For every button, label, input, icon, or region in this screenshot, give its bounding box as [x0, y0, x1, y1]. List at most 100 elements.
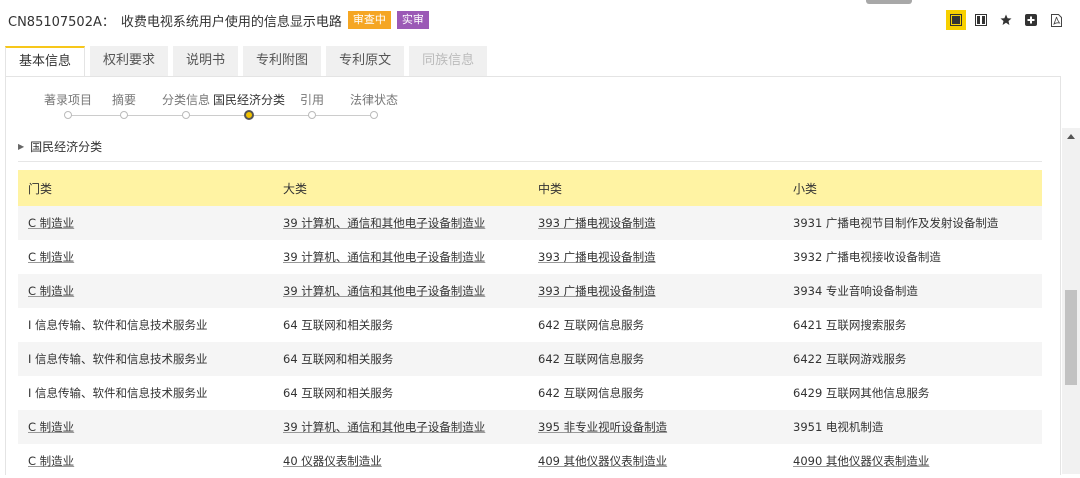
table-cell[interactable]: 39 计算机、通信和其他电子设备制造业 [273, 215, 528, 231]
table-cell[interactable]: 40 仪器仪表制造业 [273, 453, 528, 469]
table-cell[interactable]: 4090 其他仪器仪表制造业 [783, 453, 1042, 469]
category-link[interactable]: C 制造业 [28, 250, 74, 264]
tab-family-info: 同族信息 [409, 46, 488, 76]
tab-claims[interactable]: 权利要求 [90, 46, 169, 76]
major-link[interactable]: 39 计算机、通信和其他电子设备制造业 [283, 216, 485, 230]
section-title: 国民经济分类 [30, 139, 103, 154]
section-stepper: 著录项目 摘要 分类信息 国民经济分类 引用 法律状态 [6, 77, 426, 129]
table-cell[interactable]: C 制造业 [18, 453, 273, 469]
table-cell[interactable]: C 制造业 [18, 419, 273, 435]
status-badge-exam: 实审 [396, 11, 429, 29]
table-cell: 64 互联网和相关服务 [283, 386, 394, 400]
tab-description[interactable]: 说明书 [173, 46, 239, 76]
table-cell: 64 互联网和相关服务 [283, 318, 394, 332]
scroll-up-icon[interactable] [1067, 134, 1075, 139]
step-dot[interactable] [308, 111, 316, 119]
table-cell[interactable]: 409 其他仪器仪表制造业 [528, 453, 783, 469]
table-row: C 制造业 39 计算机、通信和其他电子设备制造业 395 非专业视听设备制造 … [18, 410, 1042, 444]
table-cell[interactable]: 393 广播电视设备制造 [528, 215, 783, 231]
status-badge-review: 审查中 [347, 11, 391, 29]
category-link[interactable]: C 制造业 [28, 454, 74, 468]
vertical-scrollbar[interactable] [1062, 128, 1080, 474]
table-cell: 3951 电视机制造 [793, 420, 884, 434]
table-row: I 信息传输、软件和信息技术服务业 64 互联网和相关服务 642 互联网信息服… [18, 308, 1042, 342]
split-view-icon[interactable] [971, 10, 991, 30]
table-cell[interactable]: 395 非专业视听设备制造 [528, 419, 783, 435]
star-icon[interactable] [996, 10, 1016, 30]
medium-link[interactable]: 393 广播电视设备制造 [538, 250, 656, 264]
table-row: I 信息传输、软件和信息技术服务业 64 互联网和相关服务 642 互联网信息服… [18, 376, 1042, 410]
table-row: C 制造业 39 计算机、通信和其他电子设备制造业 393 广播电视设备制造 3… [18, 274, 1042, 308]
step-classification[interactable]: 分类信息 [162, 91, 210, 108]
medium-link[interactable]: 393 广播电视设备制造 [538, 216, 656, 230]
category-link[interactable]: C 制造业 [28, 420, 74, 434]
step-dot[interactable] [182, 111, 190, 119]
table-cell[interactable]: C 制造业 [18, 215, 273, 231]
content-panel: 著录项目 摘要 分类信息 国民经济分类 引用 法律状态 ▶ 国民经济分类 门类 … [5, 76, 1061, 475]
minor-link[interactable]: 4090 其他仪器仪表制造业 [793, 454, 929, 468]
step-dot[interactable] [120, 111, 128, 119]
table-cell: 6422 互联网游戏服务 [793, 352, 907, 366]
step-dot[interactable] [370, 111, 378, 119]
table-cell[interactable]: 39 计算机、通信和其他电子设备制造业 [273, 283, 528, 299]
single-view-icon[interactable] [946, 10, 966, 30]
category-link[interactable]: C 制造业 [28, 216, 74, 230]
table-cell: 3934 专业音响设备制造 [793, 284, 918, 298]
step-legal-status[interactable]: 法律状态 [350, 91, 398, 108]
step-bibliographic[interactable]: 著录项目 [44, 91, 92, 108]
table-cell: 6429 互联网其他信息服务 [793, 386, 930, 400]
column-header-minor: 小类 [793, 181, 818, 196]
table-cell[interactable]: C 制造业 [18, 249, 273, 265]
tab-original-text[interactable]: 专利原文 [326, 46, 405, 76]
table-cell[interactable]: 39 计算机、通信和其他电子设备制造业 [273, 419, 528, 435]
divider [18, 161, 1042, 162]
table-cell: 6421 互联网搜索服务 [793, 318, 907, 332]
add-icon[interactable] [1021, 10, 1041, 30]
major-link[interactable]: 39 计算机、通信和其他电子设备制造业 [283, 420, 485, 434]
scrollbar-thumb[interactable] [1065, 290, 1077, 385]
patent-header: CN85107502A： 收费电视系统用户使用的信息显示电路 审查中 实审 [8, 10, 429, 30]
step-dot[interactable] [64, 111, 72, 119]
table-cell[interactable]: 393 广播电视设备制造 [528, 249, 783, 265]
step-abstract[interactable]: 摘要 [112, 91, 136, 108]
table-header: 门类 大类 中类 小类 [18, 170, 1042, 206]
step-economic-classification[interactable]: 国民经济分类 [213, 91, 285, 108]
table-cell[interactable]: 39 计算机、通信和其他电子设备制造业 [273, 249, 528, 265]
caret-right-icon: ▶ [18, 141, 25, 151]
medium-link[interactable]: 393 广播电视设备制造 [538, 284, 656, 298]
toolbar [941, 10, 1066, 30]
pdf-icon[interactable] [1046, 10, 1066, 30]
patent-title: 收费电视系统用户使用的信息显示电路 [120, 14, 342, 30]
table-cell[interactable]: C 制造业 [18, 283, 273, 299]
tab-basic-info[interactable]: 基本信息 [5, 46, 86, 78]
medium-link[interactable]: 409 其他仪器仪表制造业 [538, 454, 667, 468]
table-row: I 信息传输、软件和信息技术服务业 64 互联网和相关服务 642 互联网信息服… [18, 342, 1042, 376]
major-link[interactable]: 40 仪器仪表制造业 [283, 454, 382, 468]
table-cell: I 信息传输、软件和信息技术服务业 [28, 386, 208, 400]
document-tabs: 基本信息 权利要求 说明书 专利附图 专利原文 同族信息 [5, 46, 492, 78]
table-row: C 制造业 39 计算机、通信和其他电子设备制造业 393 广播电视设备制造 3… [18, 206, 1042, 240]
table-cell: 3932 广播电视接收设备制造 [793, 250, 941, 264]
step-dot-current[interactable] [244, 110, 254, 120]
step-citations[interactable]: 引用 [300, 91, 324, 108]
table-cell: 3931 广播电视节目制作及发射设备制造 [793, 216, 999, 230]
drawer-handle[interactable] [866, 0, 912, 4]
table-row: C 制造业 40 仪器仪表制造业 409 其他仪器仪表制造业 4090 其他仪器… [18, 444, 1042, 478]
top-bar: CN85107502A： 收费电视系统用户使用的信息显示电路 审查中 实审 [0, 0, 1080, 40]
stepper-line [68, 115, 378, 116]
section-toggle[interactable]: ▶ 国民经济分类 [18, 137, 102, 155]
table-cell: 64 互联网和相关服务 [283, 352, 394, 366]
column-header-medium: 中类 [538, 181, 563, 196]
table-cell[interactable]: 393 广播电视设备制造 [528, 283, 783, 299]
medium-link[interactable]: 395 非专业视听设备制造 [538, 420, 667, 434]
category-link[interactable]: C 制造业 [28, 284, 74, 298]
economic-classification-table: 门类 大类 中类 小类 C 制造业 39 计算机、通信和其他电子设备制造业 39… [18, 170, 1042, 478]
table-cell: 642 互联网信息服务 [538, 386, 645, 400]
tab-drawings[interactable]: 专利附图 [243, 46, 322, 76]
major-link[interactable]: 39 计算机、通信和其他电子设备制造业 [283, 250, 485, 264]
table-cell: I 信息传输、软件和信息技术服务业 [28, 352, 208, 366]
major-link[interactable]: 39 计算机、通信和其他电子设备制造业 [283, 284, 485, 298]
column-header-major: 大类 [283, 181, 308, 196]
column-header-category: 门类 [28, 181, 53, 196]
table-cell: 642 互联网信息服务 [538, 352, 645, 366]
